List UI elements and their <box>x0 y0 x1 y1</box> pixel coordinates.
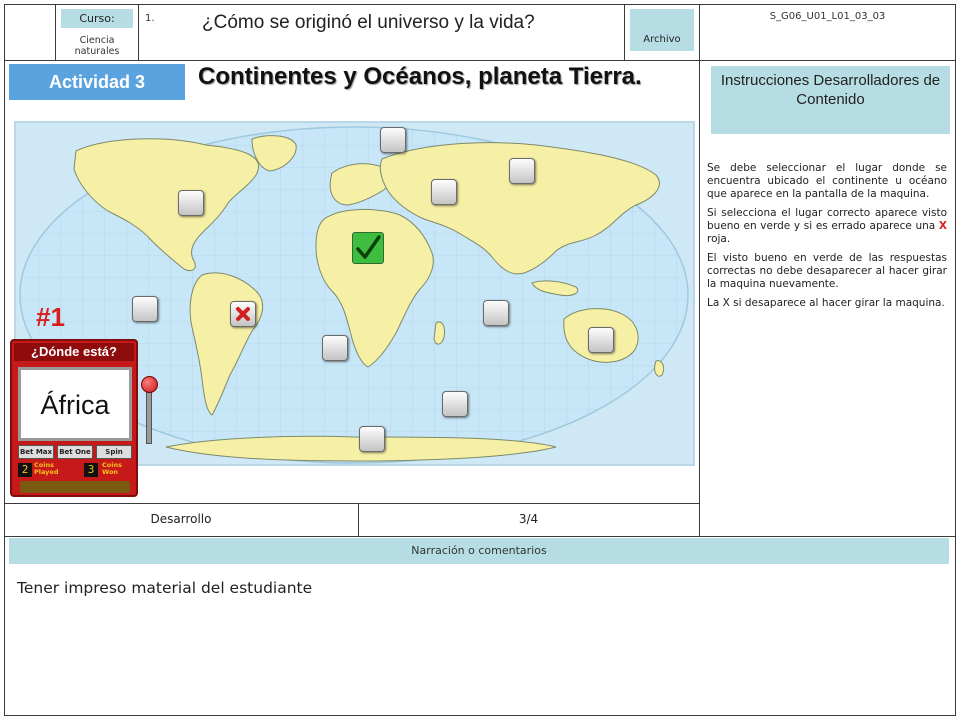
narration-text: Tener impreso material del estudiante <box>17 579 313 597</box>
bet-max-button[interactable]: Bet Max <box>18 445 54 459</box>
spin-button[interactable]: Spin <box>96 445 132 459</box>
instruction-p2-x: X <box>938 220 947 232</box>
new-zealand-shape <box>654 360 665 377</box>
machine-lever-knob[interactable] <box>141 376 158 393</box>
lesson-question: ¿Cómo se originó el universo y la vida? <box>202 12 535 33</box>
marker-oceania[interactable] <box>588 327 614 353</box>
marker-europe[interactable] <box>431 179 457 205</box>
curso-label: Curso: <box>61 9 133 28</box>
instruction-p2-b: roja. <box>707 233 731 245</box>
frame-top <box>4 4 956 5</box>
coins-won-label: Coins Won <box>102 461 122 476</box>
marker-asia-north[interactable] <box>509 158 535 184</box>
marker-south-atlantic[interactable] <box>322 335 348 361</box>
activity-title: Continentes y Océanos, planeta Tierra. <box>198 63 642 90</box>
coins-won-counter: 3 <box>84 463 98 477</box>
instruction-p3: El visto bueno en verde de las respuesta… <box>707 252 947 290</box>
red-x-icon <box>236 307 250 321</box>
marker-indian-ocean[interactable] <box>483 300 509 326</box>
marker-pacific-east[interactable] <box>132 296 158 322</box>
subject-label: Ciencia naturales <box>74 35 120 57</box>
stage-label: Desarrollo <box>150 512 212 526</box>
archivo-label: Archivo <box>630 9 694 51</box>
madagascar-shape <box>433 321 445 345</box>
frame-left <box>4 4 5 716</box>
header-col1 <box>55 4 56 61</box>
machine-screen: África <box>18 367 132 441</box>
instruction-p4: La X si desaparece al hacer girar la maq… <box>707 297 945 309</box>
machine-header: ¿Dónde está? <box>14 343 134 361</box>
header-divider <box>4 60 956 61</box>
footer-top-line <box>4 503 700 504</box>
header-col3 <box>624 4 625 61</box>
narration-heading: Narración o comentarios <box>9 538 949 564</box>
activity-tab: Actividad 3 <box>9 64 185 100</box>
lesson-number: 1. <box>145 13 155 24</box>
instruction-p2-a: Si selecciona el lugar correcto aparece … <box>707 207 947 232</box>
slot-machine: ¿Dónde está? África Bet Max Bet One Spin… <box>10 339 138 497</box>
checkmark-icon <box>356 235 381 259</box>
coin-tray <box>20 481 130 493</box>
marker-south-america-wrong[interactable] <box>230 301 256 327</box>
machine-word: África <box>40 390 110 420</box>
round-number: #1 <box>36 302 65 332</box>
frame-right <box>955 4 956 716</box>
main-right-divider <box>699 4 700 537</box>
machine-lever-arm[interactable] <box>146 388 152 444</box>
marker-antarctica[interactable] <box>359 426 385 452</box>
page-indicator: 3/4 <box>518 512 539 526</box>
instruction-p2: Si selecciona el lugar correcto aparece … <box>707 207 947 246</box>
instruction-p1: Se debe seleccionar el lugar donde se en… <box>707 162 947 200</box>
marker-north-america[interactable] <box>178 190 204 216</box>
frame-bottom <box>4 715 956 716</box>
instructions-heading: Instrucciones Desarrolladores de Conteni… <box>711 66 950 134</box>
marker-southern-ocean[interactable] <box>442 391 468 417</box>
header-col2 <box>138 4 139 61</box>
file-code: S_G06_U01_L01_03_03 <box>769 11 886 22</box>
coins-played-label: Coins Played <box>34 461 59 476</box>
marker-arctic[interactable] <box>380 127 406 153</box>
machine-buttons: Bet Max Bet One Spin <box>18 445 132 459</box>
bet-one-button[interactable]: Bet One <box>57 445 93 459</box>
narration-top-line <box>4 536 956 537</box>
instructions-body: Se debe seleccionar el lugar donde se en… <box>707 162 947 316</box>
coins-played-counter: 2 <box>18 463 32 477</box>
marker-africa-correct[interactable] <box>352 232 384 264</box>
